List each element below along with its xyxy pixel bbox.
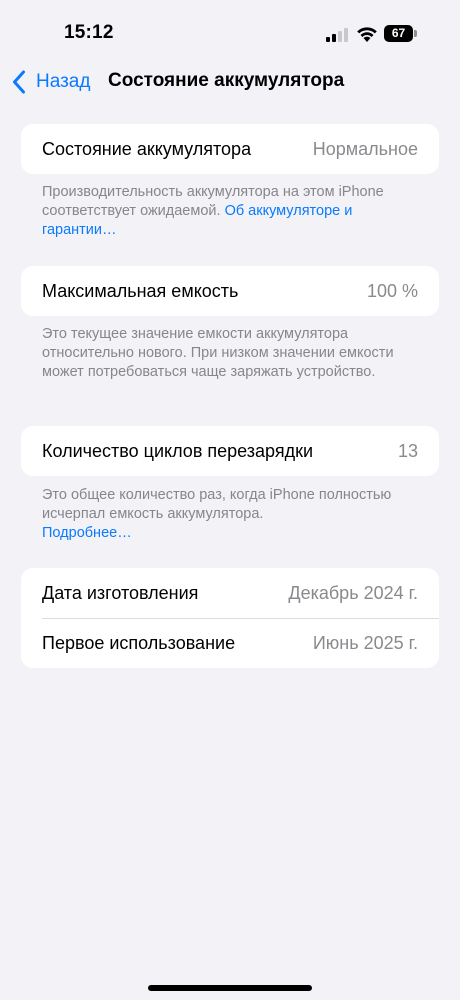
- cycle-count-label: Количество циклов перезарядки: [42, 440, 314, 461]
- status-time: 15:12: [64, 22, 114, 43]
- manufacture-date-label: Дата изготовления: [42, 582, 199, 603]
- navigation-bar: Назад Состояние аккумулятора: [0, 58, 460, 106]
- dates-card: Дата изготовления Декабрь 2024 г. Первое…: [21, 568, 439, 668]
- back-label: Назад: [36, 71, 91, 92]
- max-capacity-row: Максимальная емкость 100 %: [21, 266, 439, 316]
- battery-health-card: Состояние аккумулятора Нормальное: [21, 124, 439, 174]
- chevron-left-icon: [13, 70, 25, 94]
- max-capacity-card: Максимальная емкость 100 %: [21, 266, 439, 316]
- cellular-signal-icon: [326, 28, 348, 42]
- battery-icon: 67: [384, 25, 418, 42]
- cycle-count-value: 13: [397, 440, 418, 461]
- back-button[interactable]: Назад: [12, 68, 90, 96]
- battery-health-footnote: Производительность аккумулятора на этом …: [42, 184, 384, 238]
- max-capacity-footnote: Это текущее значение емкости аккумулятор…: [42, 326, 394, 380]
- manufacture-date-row: Дата изготовления Декабрь 2024 г.: [21, 568, 439, 618]
- battery-health-row[interactable]: Состояние аккумулятора Нормальное: [21, 124, 439, 174]
- status-bar: 15:12 67: [0, 0, 460, 60]
- row-divider: [42, 618, 439, 619]
- first-use-row: Первое использование Июнь 2025 г.: [21, 618, 439, 668]
- first-use-value: Июнь 2025 г.: [312, 632, 418, 653]
- learn-more-link[interactable]: Подробнее…: [42, 525, 132, 541]
- first-use-label: Первое использование: [42, 632, 236, 653]
- manufacture-date-value: Декабрь 2024 г.: [288, 582, 418, 603]
- cycle-count-card: Количество циклов перезарядки 13: [21, 426, 439, 476]
- page-title: Состояние аккумулятора: [108, 70, 345, 91]
- battery-level: 67: [391, 26, 406, 40]
- max-capacity-value: 100 %: [366, 280, 418, 301]
- home-indicator[interactable]: [148, 985, 312, 991]
- wifi-icon: [357, 27, 377, 42]
- cycle-count-row: Количество циклов перезарядки 13: [21, 426, 439, 476]
- cycle-count-footnote: Это общее количество раз, когда iPhone п…: [42, 487, 392, 541]
- max-capacity-label: Максимальная емкость: [42, 280, 239, 301]
- battery-health-value: Нормальное: [312, 138, 418, 159]
- battery-health-label: Состояние аккумулятора: [42, 138, 252, 159]
